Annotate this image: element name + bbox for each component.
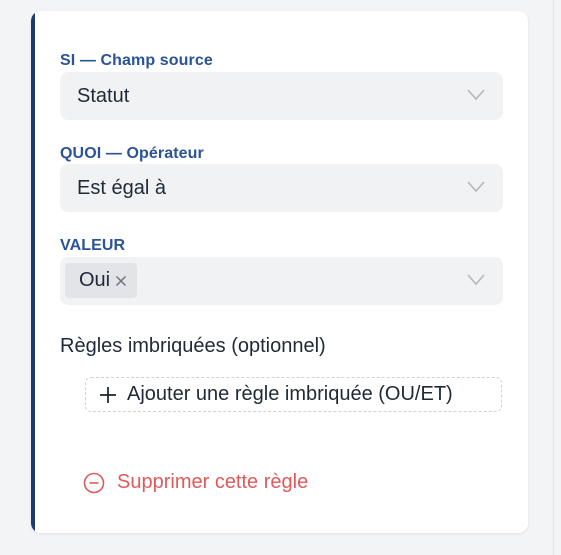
operator-select[interactable]: Est égal à	[60, 164, 503, 212]
remove-chip-icon[interactable]	[115, 275, 127, 287]
minus-circle-icon	[83, 472, 105, 493]
add-nested-rule-button[interactable]: Ajouter une règle imbriquée (OU/ET)	[85, 377, 502, 412]
chevron-down-icon	[467, 181, 485, 193]
operator-value: Est égal à	[77, 177, 166, 199]
chevron-down-icon	[467, 274, 485, 286]
rule-card: SI — Champ source Statut QUOI — Opérateu…	[31, 11, 528, 533]
plus-icon	[100, 386, 116, 403]
nested-rules-title: Règles imbriquées (optionnel)	[60, 335, 326, 357]
operator-label: QUOI — Opérateur	[60, 145, 204, 162]
delete-rule-label: Supprimer cette règle	[117, 471, 309, 493]
source-field-label: SI — Champ source	[60, 52, 213, 69]
chevron-down-icon	[467, 89, 485, 101]
value-chip: Oui	[65, 263, 138, 298]
source-field-value: Statut	[77, 85, 130, 107]
delete-rule-button[interactable]: Supprimer cette règle	[83, 471, 308, 494]
rule-accent-bar	[31, 11, 35, 533]
source-field-select[interactable]: Statut	[60, 72, 503, 120]
value-chip-label: Oui	[79, 269, 111, 291]
add-nested-rule-label: Ajouter une règle imbriquée (OU/ET)	[127, 383, 453, 405]
value-multiselect[interactable]: Oui	[60, 257, 503, 305]
value-label: VALEUR	[60, 237, 126, 254]
